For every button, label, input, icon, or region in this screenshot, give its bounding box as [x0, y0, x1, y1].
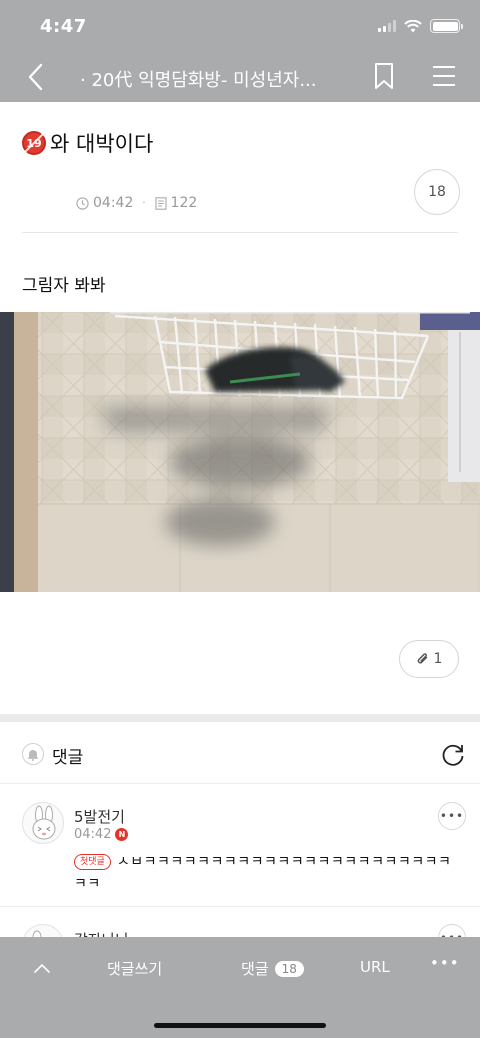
url-button[interactable]: URL: [360, 958, 390, 976]
comment-more-button[interactable]: •••: [438, 802, 466, 830]
comment-time: 04:42 N: [74, 827, 129, 842]
paperclip-icon: [417, 653, 427, 664]
cellular-signal-icon: [378, 20, 396, 32]
post-body: 그림자 봐봐: [22, 276, 106, 296]
bottom-bar: 댓글쓰기 댓글 18 URL •••: [0, 937, 480, 1038]
write-comment-button[interactable]: 댓글쓰기: [107, 958, 162, 979]
post-views: 122: [170, 195, 198, 211]
avatar[interactable]: [22, 802, 64, 844]
first-comment-badge: 첫댓글: [74, 854, 111, 870]
attachment-button[interactable]: 1: [399, 640, 459, 678]
new-badge: N: [115, 828, 129, 841]
refresh-icon[interactable]: [440, 742, 466, 768]
bell-icon[interactable]: [22, 743, 44, 765]
board-title[interactable]: · 20代 익명담화방- 미성년자...: [80, 66, 317, 92]
status-icons: [378, 19, 463, 33]
post-title-row: 19 와 대박이다: [22, 128, 153, 158]
comments-tab-button[interactable]: 댓글 18: [241, 958, 304, 979]
comments-count-badge: 18: [274, 960, 304, 977]
attachment-count: 1: [433, 651, 443, 667]
post-meta: 04:42 · 122: [76, 195, 197, 211]
bunny-avatar-icon: [32, 805, 56, 840]
comment-author[interactable]: 5발전기: [74, 806, 125, 827]
comments-header: 댓글: [0, 722, 480, 784]
comment-text: ㅅㅂㅋㅋㅋㅋㅋㅋㅋㅋㅋㅋㅋㅋㅋㅋㅋㅋㅋㅋㅋㅋㅋㅋㅋㅋㅋ: [74, 854, 452, 892]
section-gap: [0, 714, 480, 722]
hamburger-menu-icon[interactable]: [432, 64, 456, 88]
clock-icon: [76, 196, 89, 210]
chevron-up-icon[interactable]: [33, 961, 51, 975]
divider: [22, 232, 458, 233]
age-restriction-icon: 19: [22, 131, 46, 155]
battery-icon: [430, 19, 463, 33]
home-indicator[interactable]: [154, 1023, 326, 1028]
more-button[interactable]: •••: [430, 954, 460, 972]
top-bar: 4:47 · 20代 익명담화방- 미성년자...: [0, 0, 480, 102]
status-time: 4:47: [40, 16, 87, 37]
comment-text-block: 첫댓글 ㅅㅂㅋㅋㅋㅋㅋㅋㅋㅋㅋㅋㅋㅋㅋㅋㅋㅋㅋㅋㅋㅋㅋㅋㅋㅋㅋ: [74, 851, 454, 895]
wall-rack-photo: [0, 312, 480, 592]
meta-separator: ·: [142, 197, 146, 209]
back-chevron-icon[interactable]: [22, 60, 52, 94]
comment-time-text: 04:42: [74, 827, 112, 842]
post-time: 04:42: [93, 195, 134, 211]
comments-label: 댓글: [52, 748, 84, 768]
wifi-icon: [404, 19, 422, 32]
post-title: 와 대박이다: [50, 132, 154, 156]
bookmark-icon[interactable]: [372, 62, 396, 90]
comment-item: 5발전기 04:42 N ••• 첫댓글 ㅅㅂㅋㅋㅋㅋㅋㅋㅋㅋㅋㅋㅋㅋㅋㅋㅋㅋㅋㅋ…: [0, 785, 480, 907]
post-photo[interactable]: [0, 312, 480, 592]
comments-tab-label: 댓글: [241, 960, 269, 978]
comment-count-button[interactable]: 18: [414, 169, 460, 215]
document-icon: [154, 196, 167, 210]
